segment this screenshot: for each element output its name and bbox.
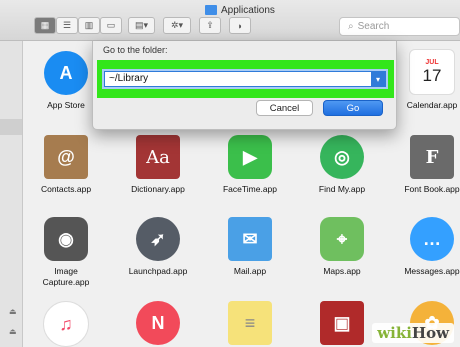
folder-path-value[interactable]: ~/Library xyxy=(109,73,148,84)
search-placeholder: Search xyxy=(357,21,390,32)
icon-view-button[interactable]: ▦ xyxy=(34,17,56,34)
app-label: Launchpad.app xyxy=(128,266,188,276)
app-item-font-book[interactable]: F Font Book.app xyxy=(393,135,460,195)
app-label: Image Capture.app xyxy=(42,266,90,287)
calendar-icon: JUL 17 xyxy=(409,49,455,95)
app-item-notes[interactable]: ≡ xyxy=(211,301,289,345)
app-item-calendar[interactable]: JUL 17 Calendar.app xyxy=(393,49,460,111)
notes-icon: ≡ xyxy=(228,301,272,345)
go-to-folder-dialog: Go to the folder: ~/Library ▾ Cancel Go xyxy=(92,41,397,130)
watermark-part2: How xyxy=(411,324,449,342)
sidebar: ⏏ ⏏ xyxy=(0,41,23,347)
gallery-view-button[interactable]: ▭ xyxy=(100,17,122,34)
app-item-messages[interactable]: … Messages.app xyxy=(393,217,460,277)
group-icon: ▤▾ xyxy=(134,20,149,30)
gallery-view-icon: ▭ xyxy=(106,20,116,30)
image-capture-icon: ◉ xyxy=(44,217,88,261)
app-item-find-my[interactable]: ◎ Find My.app xyxy=(303,135,381,195)
tag-icon: ◗ xyxy=(237,20,243,31)
app-item-image-capture[interactable]: ◉ Image Capture.app xyxy=(27,217,105,288)
app-item-mail[interactable]: ✉ Mail.app xyxy=(211,217,289,277)
dialog-title: Go to the folder: xyxy=(103,45,168,55)
facetime-icon: ▶ xyxy=(228,135,272,179)
photo-booth-icon: ▣ xyxy=(320,301,364,345)
app-item-news[interactable]: N xyxy=(119,301,197,345)
list-view-button[interactable]: ☰ xyxy=(56,17,78,34)
highlight-box: ~/Library ▾ xyxy=(97,60,394,98)
calendar-day: 17 xyxy=(422,65,442,85)
app-item-facetime[interactable]: ▶ FaceTime.app xyxy=(211,135,289,195)
window-title: Applications xyxy=(205,3,275,17)
app-label: Maps.app xyxy=(323,266,361,276)
search-icon: ⌕ xyxy=(348,21,354,32)
app-item-dictionary[interactable]: Aa Dictionary.app xyxy=(119,135,197,195)
font-book-icon: F xyxy=(410,135,454,179)
window-title-text: Applications xyxy=(221,4,275,16)
messages-icon: … xyxy=(410,217,454,261)
app-label: Font Book.app xyxy=(404,184,460,194)
go-button[interactable]: Go xyxy=(323,100,383,116)
launchpad-icon: ➶ xyxy=(136,217,180,261)
find-my-icon: ◎ xyxy=(320,135,364,179)
app-label: Find My.app xyxy=(318,184,366,194)
group-button[interactable]: ▤▾ xyxy=(128,17,155,34)
finder-toolbar: Applications ▦ ☰ ▥ ▭ ▤▾ ✲▾ ⇪ ◗ ⌕ Search xyxy=(0,0,460,41)
app-item-photo-booth[interactable]: ▣ xyxy=(303,301,381,345)
music-icon: ♫ xyxy=(43,301,89,347)
app-label: Contacts.app xyxy=(40,184,92,194)
app-store-icon: A xyxy=(44,51,88,95)
search-field[interactable]: ⌕ Search xyxy=(339,17,460,36)
mail-icon: ✉ xyxy=(228,217,272,261)
maps-icon: ⌖ xyxy=(320,217,364,261)
news-icon: N xyxy=(136,301,180,345)
dictionary-icon: Aa xyxy=(136,135,180,179)
folder-path-input[interactable]: ~/Library ▾ xyxy=(104,71,386,87)
sidebar-selected-item[interactable] xyxy=(0,119,22,135)
eject-icon[interactable]: ⏏ xyxy=(9,327,17,336)
share-icon: ⇪ xyxy=(206,20,214,30)
folder-icon xyxy=(205,5,217,15)
chevron-down-icon[interactable]: ▾ xyxy=(371,72,385,86)
app-label: Mail.app xyxy=(233,266,267,276)
calendar-month: JUL xyxy=(425,58,439,66)
cancel-button[interactable]: Cancel xyxy=(256,100,313,116)
action-button[interactable]: ✲▾ xyxy=(163,17,191,34)
app-label: FaceTime.app xyxy=(222,184,277,194)
watermark-part1: wiki xyxy=(377,324,412,342)
share-button[interactable]: ⇪ xyxy=(199,17,221,34)
eject-icon[interactable]: ⏏ xyxy=(9,307,17,316)
list-view-icon: ☰ xyxy=(62,20,72,30)
app-item-contacts[interactable]: @ Contacts.app xyxy=(27,135,105,195)
app-item-music[interactable]: ♫ xyxy=(27,301,105,347)
column-view-icon: ▥ xyxy=(84,20,94,30)
tag-button[interactable]: ◗ xyxy=(229,17,251,34)
contacts-icon: @ xyxy=(44,135,88,179)
app-label: Messages.app xyxy=(404,266,460,276)
wikihow-watermark: wikiHow xyxy=(372,323,454,343)
gear-icon: ✲▾ xyxy=(170,20,184,30)
app-item-launchpad[interactable]: ➶ Launchpad.app xyxy=(119,217,197,277)
icon-view-icon: ▦ xyxy=(40,20,50,30)
column-view-button[interactable]: ▥ xyxy=(78,17,100,34)
app-item-maps[interactable]: ⌖ Maps.app xyxy=(303,217,381,277)
app-label: Dictionary.app xyxy=(131,184,185,194)
app-label: Calendar.app xyxy=(406,100,458,110)
